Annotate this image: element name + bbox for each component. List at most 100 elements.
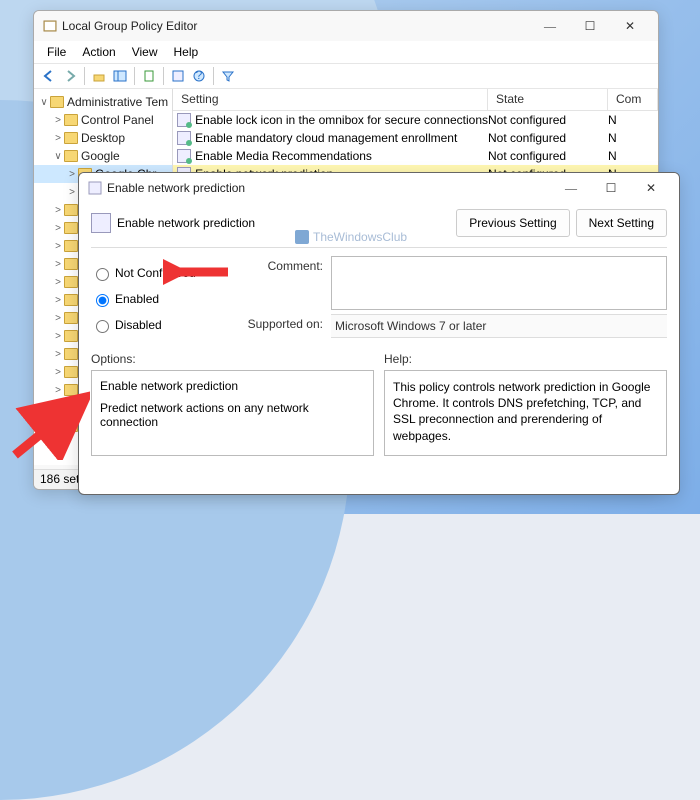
setting-name: Enable Media Recommendations (195, 149, 488, 163)
folder-icon (64, 150, 78, 162)
menu-view[interactable]: View (125, 43, 165, 61)
setting-icon (177, 131, 191, 145)
menu-action[interactable]: Action (75, 43, 122, 61)
folder-icon (64, 258, 78, 270)
menu-help[interactable]: Help (167, 43, 206, 61)
close-button[interactable]: ✕ (610, 12, 650, 40)
help-label: Help: (384, 352, 667, 370)
option-line-1: Enable network prediction (100, 379, 365, 393)
refresh-icon[interactable] (169, 67, 187, 85)
folder-icon (64, 294, 78, 306)
folder-icon (64, 114, 78, 126)
toolbar: ? (34, 64, 658, 89)
up-icon[interactable] (90, 67, 108, 85)
policy-heading: Enable network prediction (117, 216, 255, 230)
gpedit-title: Local Group Policy Editor (58, 19, 530, 33)
tree-twisty-icon[interactable]: ∨ (38, 97, 50, 108)
setting-icon (177, 149, 191, 163)
tree-twisty-icon[interactable]: > (66, 169, 78, 180)
setting-row[interactable]: Enable lock icon in the omnibox for secu… (173, 111, 658, 129)
tree-twisty-icon[interactable]: > (52, 205, 64, 216)
setting-state: Not configured (488, 113, 608, 127)
folder-icon (64, 348, 78, 360)
folder-icon (64, 204, 78, 216)
tree-item[interactable]: ∨Google (34, 147, 172, 165)
option-line-2: Predict network actions on any network c… (100, 401, 365, 429)
maximize-button[interactable]: ☐ (570, 12, 610, 40)
dlg-maximize-button[interactable]: ☐ (591, 174, 631, 202)
supported-label: Supported on: (241, 314, 331, 338)
tree-twisty-icon[interactable]: ∨ (52, 151, 64, 162)
back-icon[interactable] (40, 67, 58, 85)
list-header: Setting State Com (173, 89, 658, 111)
setting-comment: N (608, 131, 658, 145)
options-box: Enable network prediction Predict networ… (91, 370, 374, 456)
folder-icon (64, 366, 78, 378)
radio-enabled[interactable]: Enabled (91, 286, 241, 312)
help-p2: If you set the policy, users can't chang… (393, 452, 658, 456)
gpedit-titlebar: Local Group Policy Editor — ☐ ✕ (34, 11, 658, 41)
tree-twisty-icon[interactable]: > (52, 367, 64, 378)
setting-row[interactable]: Enable mandatory cloud management enroll… (173, 129, 658, 147)
policy-dialog: Enable network prediction — ☐ ✕ Enable n… (78, 172, 680, 495)
tree-item[interactable]: > Control Panel (34, 111, 172, 129)
svg-text:?: ? (196, 69, 203, 82)
dialog-titlebar: Enable network prediction — ☐ ✕ (79, 173, 679, 203)
setting-comment: N (608, 113, 658, 127)
tree-twisty-icon[interactable]: > (52, 313, 64, 324)
folder-icon (64, 312, 78, 324)
supported-text: Microsoft Windows 7 or later (331, 314, 667, 338)
folder-icon (64, 222, 78, 234)
setting-row[interactable]: Enable Media RecommendationsNot configur… (173, 147, 658, 165)
filter-icon[interactable] (219, 67, 237, 85)
forward-icon[interactable] (61, 67, 79, 85)
dlg-minimize-button[interactable]: — (551, 174, 591, 202)
comment-textarea[interactable] (331, 256, 667, 310)
tree-twisty-icon[interactable]: > (52, 241, 64, 252)
tree-twisty-icon[interactable]: > (52, 133, 64, 144)
tree-label: Desktop (81, 131, 125, 145)
radio-disabled[interactable]: Disabled (91, 312, 241, 338)
folder-icon (64, 330, 78, 342)
setting-state: Not configured (488, 149, 608, 163)
col-state[interactable]: State (488, 89, 608, 110)
tree-item[interactable]: ∨ Administrative Tem (34, 93, 172, 111)
menu-file[interactable]: File (40, 43, 73, 61)
watermark-logo-icon (295, 230, 309, 244)
help-icon[interactable]: ? (190, 67, 208, 85)
col-setting[interactable]: Setting (173, 89, 488, 110)
setting-state: Not configured (488, 131, 608, 145)
export-icon[interactable] (140, 67, 158, 85)
setting-icon (177, 113, 191, 127)
folder-icon (64, 132, 78, 144)
next-setting-button[interactable]: Next Setting (576, 209, 667, 237)
comment-label: Comment: (241, 256, 331, 310)
setting-name: Enable mandatory cloud management enroll… (195, 131, 488, 145)
setting-name: Enable lock icon in the omnibox for secu… (195, 113, 488, 127)
tree-twisty-icon[interactable]: > (52, 115, 64, 126)
tree-twisty-icon[interactable]: > (52, 277, 64, 288)
previous-setting-button[interactable]: Previous Setting (456, 209, 569, 237)
tree-label: Administrative Tem (67, 95, 168, 109)
col-comment[interactable]: Com (608, 89, 658, 110)
watermark: TheWindowsClub (295, 230, 407, 244)
setting-comment: N (608, 149, 658, 163)
tree-twisty-icon[interactable]: > (52, 259, 64, 270)
tree-twisty-icon[interactable]: > (52, 331, 64, 342)
help-p1: This policy controls network prediction … (393, 379, 658, 444)
dialog-icon (87, 180, 103, 196)
menubar: File Action View Help (34, 41, 658, 64)
tree-twisty-icon[interactable]: > (52, 295, 64, 306)
tree-twisty-icon[interactable]: > (52, 349, 64, 360)
minimize-button[interactable]: — (530, 12, 570, 40)
policy-icon (91, 213, 111, 233)
folder-icon (64, 276, 78, 288)
dlg-close-button[interactable]: ✕ (631, 174, 671, 202)
show-hide-icon[interactable] (111, 67, 129, 85)
gpedit-icon (42, 18, 58, 34)
tree-item[interactable]: > Desktop (34, 129, 172, 147)
dialog-title: Enable network prediction (103, 181, 551, 195)
tree-twisty-icon[interactable]: > (66, 187, 78, 198)
tree-label: Control Panel (81, 113, 154, 127)
tree-twisty-icon[interactable]: > (52, 223, 64, 234)
